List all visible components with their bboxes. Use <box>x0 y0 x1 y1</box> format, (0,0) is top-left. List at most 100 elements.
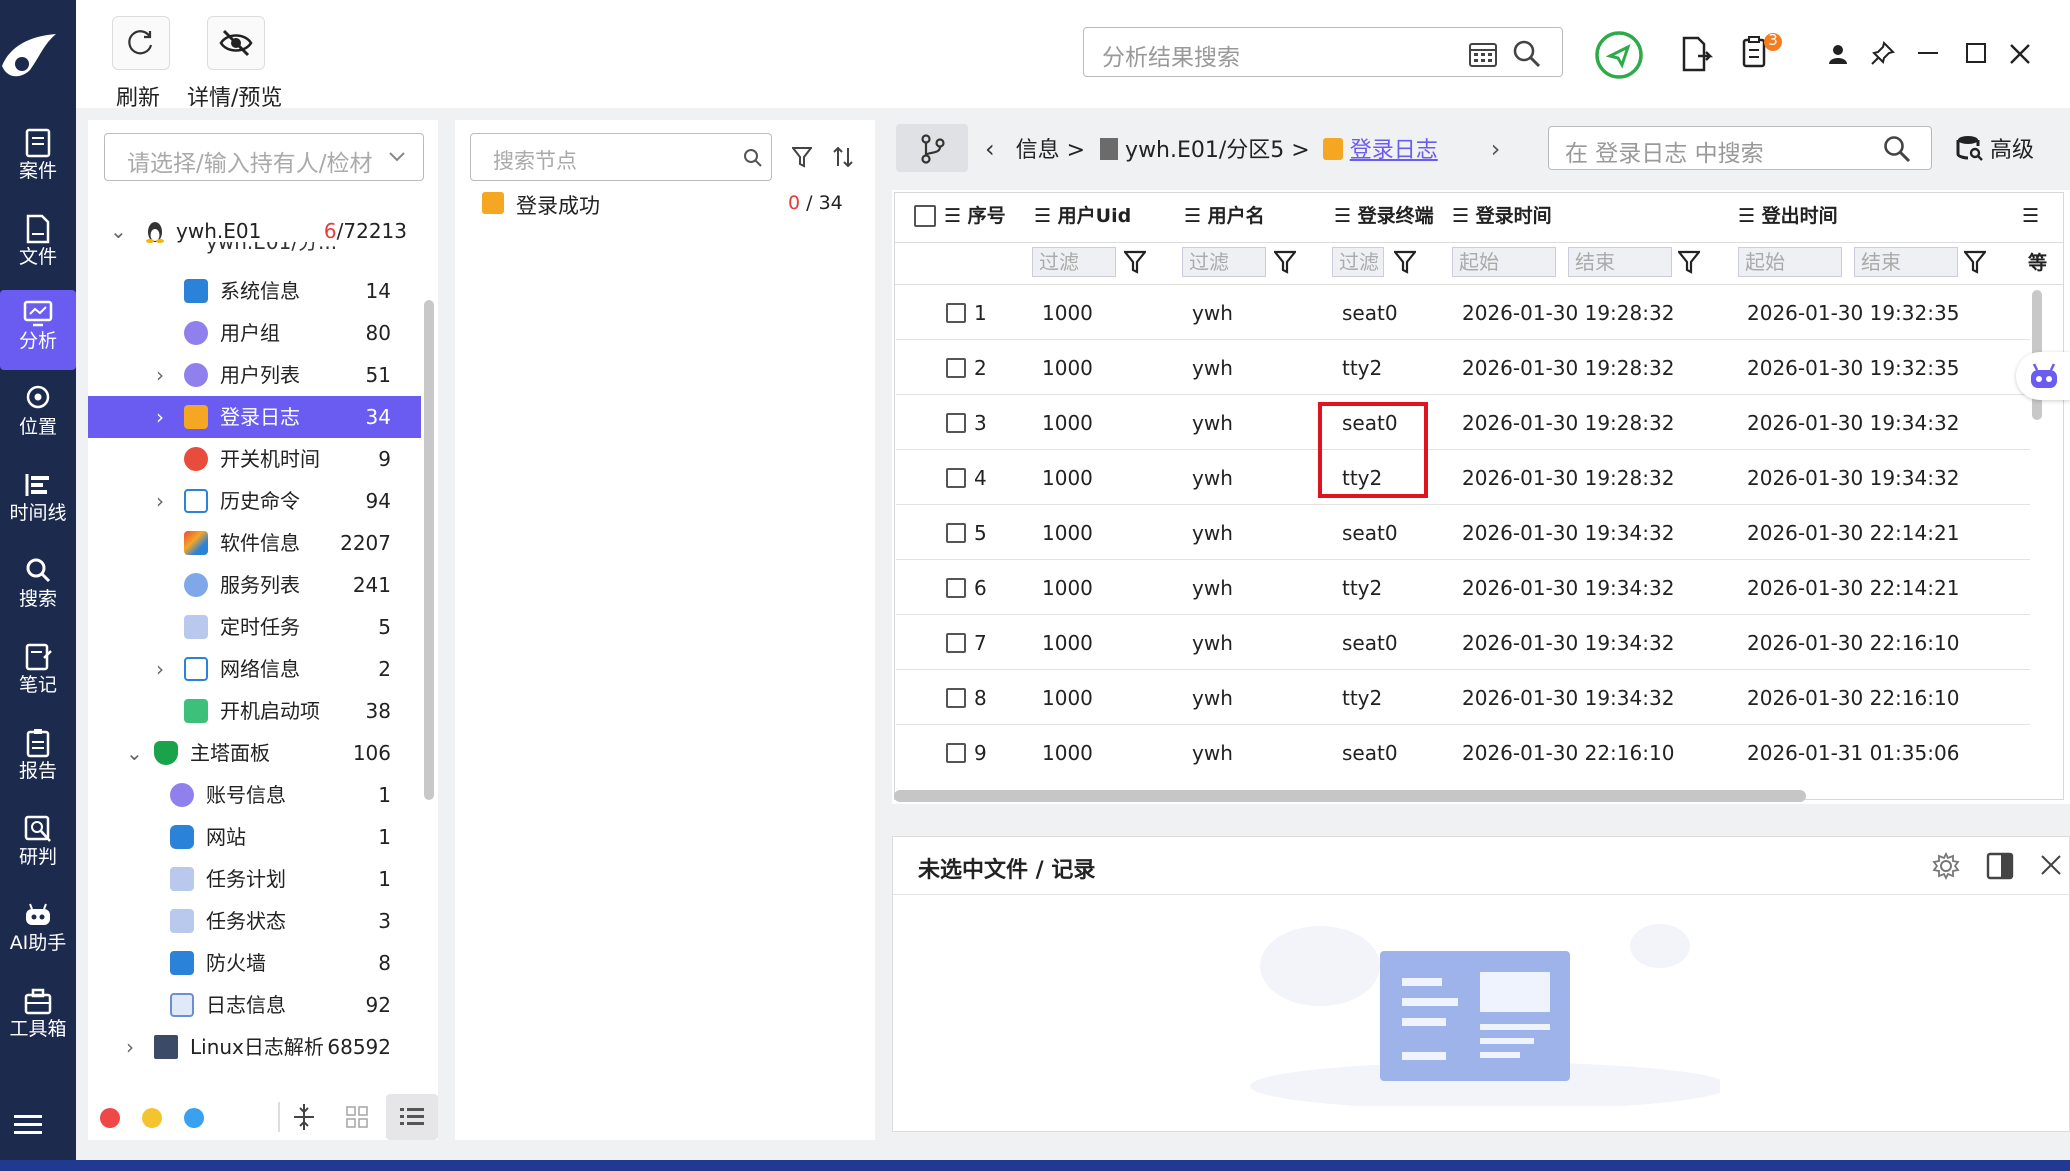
status-shield-icon[interactable] <box>1594 30 1644 80</box>
filter-icon[interactable] <box>1394 250 1416 274</box>
split-panel-icon[interactable] <box>1986 852 2014 880</box>
nav-judge[interactable]: 研判 <box>0 806 76 886</box>
row-checkbox[interactable] <box>946 358 966 378</box>
nav-analysis[interactable]: 分析 <box>0 290 76 370</box>
nav-case[interactable]: 案件 <box>0 120 76 200</box>
table-row[interactable]: 8 1000 ywh tty2 2026-01-30 19:34:32 2026… <box>896 671 2030 725</box>
search-icon[interactable] <box>1512 39 1542 69</box>
minimize-icon[interactable] <box>1918 52 1938 54</box>
tree-item-website[interactable]: 网站 1 <box>88 816 421 858</box>
list-view-button[interactable] <box>386 1094 438 1140</box>
tree-item-system-info[interactable]: 系统信息 14 <box>88 270 421 312</box>
table-horizontal-scrollbar[interactable] <box>894 790 1806 802</box>
terminal-filter-input[interactable]: 过滤 <box>1332 247 1384 277</box>
tree-item-login-log[interactable]: › 登录日志 34 <box>88 396 421 438</box>
breadcrumb-current[interactable]: 登录日志 <box>1350 138 1438 163</box>
select-all-checkbox[interactable] <box>914 205 936 227</box>
table-row[interactable]: 1 1000 ywh seat0 2026-01-30 19:28:32 202… <box>896 286 2030 340</box>
tree-item-network[interactable]: › 网络信息 2 <box>88 648 421 690</box>
row-checkbox[interactable] <box>946 578 966 598</box>
column-header-terminal[interactable]: ☰ 登录终端 <box>1334 190 1434 242</box>
tree-item-account[interactable]: 账号信息 1 <box>88 774 421 816</box>
nav-report[interactable]: 报告 <box>0 720 76 800</box>
chevron-right-icon[interactable]: › <box>156 480 164 522</box>
tree-item-history-cmd[interactable]: › 历史命令 94 <box>88 480 421 522</box>
tree-item-cron[interactable]: 定时任务 5 <box>88 606 421 648</box>
column-header-login-time[interactable]: ☰ 登录时间 <box>1452 190 1552 242</box>
table-row[interactable]: 5 1000 ywh seat0 2026-01-30 19:34:32 202… <box>896 506 2030 560</box>
filter-icon[interactable] <box>1274 250 1296 274</box>
chevron-right-icon[interactable]: › <box>156 396 164 438</box>
tree-item-task-plan[interactable]: 任务计划 1 <box>88 858 421 900</box>
table-row[interactable]: 9 1000 ywh seat0 2026-01-30 22:16:10 202… <box>896 726 2030 780</box>
row-checkbox[interactable] <box>946 413 966 433</box>
table-row[interactable]: 6 1000 ywh tty2 2026-01-30 19:34:32 2026… <box>896 561 2030 615</box>
breadcrumb-forward-icon[interactable]: › <box>1491 135 1501 163</box>
color-tag-yellow[interactable] <box>142 1108 162 1128</box>
column-header-index[interactable]: ☰ 序号 <box>944 190 1006 242</box>
column-header-username[interactable]: ☰ 用户名 <box>1184 190 1265 242</box>
filter-icon[interactable] <box>1678 250 1700 274</box>
column-header-more[interactable]: ☰ <box>2022 190 2039 242</box>
color-tag-red[interactable] <box>100 1108 120 1128</box>
owner-select-input[interactable]: 请选择/输入持有人/检材 <box>104 133 424 181</box>
chevron-down-icon[interactable]: ⌄ <box>126 732 143 774</box>
uid-filter-input[interactable]: 过滤 <box>1032 247 1116 277</box>
close-icon[interactable] <box>2008 42 2032 66</box>
refresh-button[interactable] <box>112 16 170 70</box>
nav-timeline[interactable]: 时间线 <box>0 462 76 542</box>
nav-note[interactable]: 笔记 <box>0 634 76 714</box>
color-tag-blue[interactable] <box>184 1108 204 1128</box>
search-icon[interactable] <box>1883 135 1911 163</box>
chevron-right-icon[interactable]: › <box>126 1026 134 1068</box>
tree-scrollbar[interactable] <box>424 300 434 800</box>
tree-partition-item-partial[interactable]: ywh.E01/分... <box>110 242 420 254</box>
login-end-input[interactable]: 结束 <box>1568 247 1672 277</box>
nav-file[interactable]: 文件 <box>0 206 76 286</box>
tree-item-task-status[interactable]: 任务状态 3 <box>88 900 421 942</box>
logout-end-input[interactable]: 结束 <box>1854 247 1958 277</box>
nav-ai-assistant[interactable]: AI助手 <box>0 892 76 972</box>
column-header-logout-time[interactable]: ☰ 登出时间 <box>1738 190 1838 242</box>
node-item-login-success[interactable]: 登录成功 0 / 34 <box>482 188 858 222</box>
breadcrumb-back-icon[interactable]: ‹ <box>985 135 995 163</box>
analysis-search-input[interactable]: 分析结果搜索 <box>1083 27 1563 77</box>
ai-float-button[interactable] <box>2016 352 2070 400</box>
username-filter-input[interactable]: 过滤 <box>1182 247 1266 277</box>
login-start-input[interactable]: 起始 <box>1452 247 1556 277</box>
menu-icon[interactable] <box>14 1114 42 1136</box>
tree-item-log-info[interactable]: 日志信息 92 <box>88 984 421 1026</box>
breadcrumb-part1[interactable]: 信息 > <box>1016 138 1085 163</box>
export-icon[interactable] <box>1680 36 1714 72</box>
user-icon[interactable] <box>1826 42 1850 66</box>
filter-icon[interactable] <box>792 146 812 168</box>
tree-item-user-list[interactable]: › 用户列表 51 <box>88 354 421 396</box>
collapse-all-icon[interactable] <box>292 1102 316 1132</box>
table-row[interactable]: 3 1000 ywh seat0 2026-01-30 19:28:32 202… <box>896 396 2030 450</box>
row-checkbox[interactable] <box>946 743 966 763</box>
table-row[interactable]: 2 1000 ywh tty2 2026-01-30 19:28:32 2026… <box>896 341 2030 395</box>
branch-button[interactable] <box>896 124 968 172</box>
preview-button[interactable] <box>207 16 265 70</box>
filter-icon[interactable] <box>1964 250 1986 274</box>
tree-item-service-list[interactable]: 服务列表 241 <box>88 564 421 606</box>
node-search-input[interactable]: 搜索节点 <box>470 133 772 181</box>
maximize-icon[interactable] <box>1966 43 1986 63</box>
tree-item-linux-log[interactable]: › Linux日志解析 68592 <box>88 1026 421 1068</box>
row-checkbox[interactable] <box>946 688 966 708</box>
search-icon[interactable] <box>743 148 763 168</box>
tree-item-startup[interactable]: 开机启动项 38 <box>88 690 421 732</box>
row-checkbox[interactable] <box>946 523 966 543</box>
calendar-icon[interactable] <box>1468 40 1498 68</box>
task-list-icon[interactable]: 3 <box>1740 31 1782 72</box>
table-search-input[interactable]: 在 登录日志 中搜索 <box>1548 126 1932 170</box>
column-header-uid[interactable]: ☰ 用户Uid <box>1034 190 1131 242</box>
table-row[interactable]: 4 1000 ywh tty2 2026-01-30 19:28:32 2026… <box>896 451 2030 505</box>
tree-item-software[interactable]: 软件信息 2207 <box>88 522 421 564</box>
table-row[interactable]: 7 1000 ywh seat0 2026-01-30 19:34:32 202… <box>896 616 2030 670</box>
tree-item-boot-time[interactable]: 开关机时间 9 <box>88 438 421 480</box>
nav-toolbox[interactable]: 工具箱 <box>0 978 76 1058</box>
tree-item-firewall[interactable]: 防火墙 8 <box>88 942 421 984</box>
pin-icon[interactable] <box>1870 40 1896 66</box>
chevron-right-icon[interactable]: › <box>156 648 164 690</box>
